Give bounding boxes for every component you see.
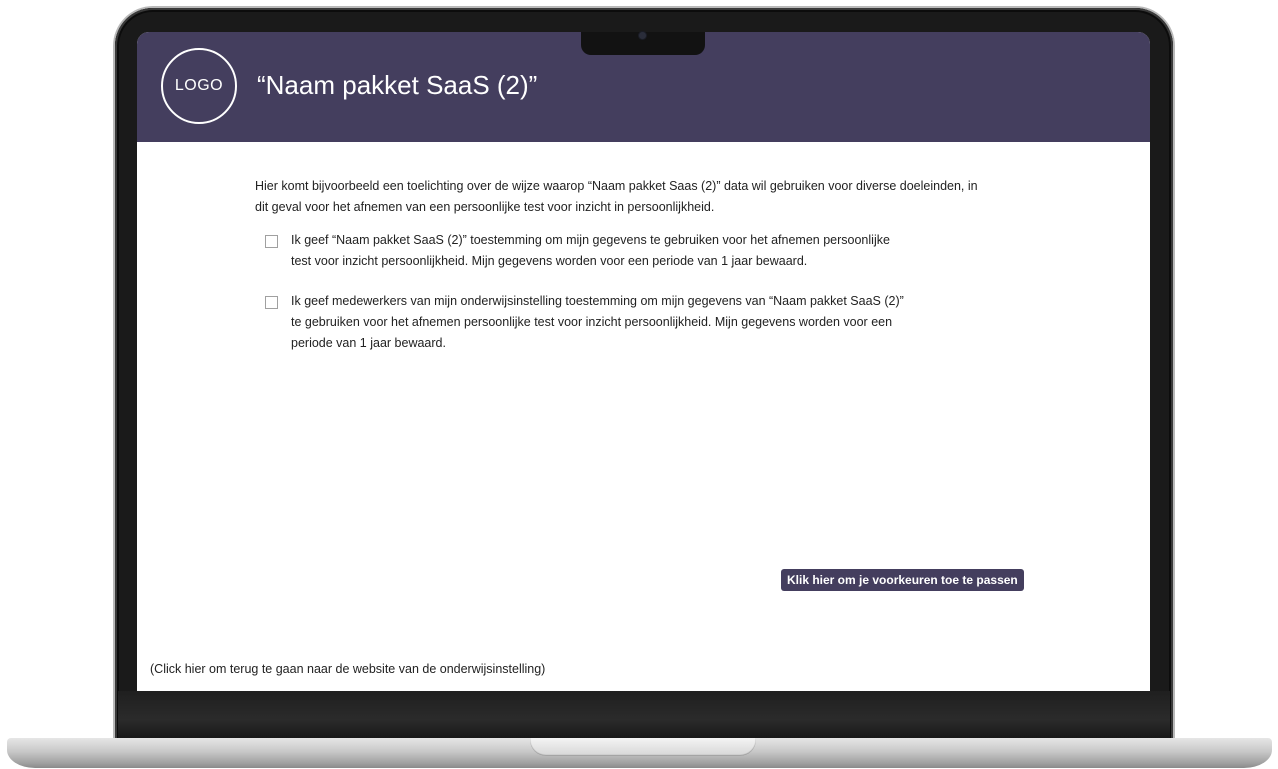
logo: LOGO bbox=[161, 48, 237, 124]
page-title: “Naam pakket SaaS (2)” bbox=[257, 70, 538, 100]
consent-checkbox-institution[interactable] bbox=[265, 296, 278, 309]
laptop-base-lip bbox=[530, 738, 756, 756]
consent-option-institution: Ik geef medewerkers van mijn onderwijsin… bbox=[265, 291, 965, 354]
screen-bottom-bezel bbox=[118, 691, 1170, 739]
consent-institution-line-3: periode van 1 jaar bewaard. bbox=[291, 336, 446, 350]
consent-saas-line-2: test voor inzicht persoonlijkheid. Mijn … bbox=[291, 254, 808, 268]
back-to-institution-link[interactable]: (Click hier om terug te gaan naar de web… bbox=[150, 662, 545, 676]
intro-text: Hier komt bijvoorbeeld een toelichting o… bbox=[255, 176, 1045, 218]
intro-line-1: Hier komt bijvoorbeeld een toelichting o… bbox=[255, 179, 978, 193]
laptop-mockup: LOGO “Naam pakket SaaS (2)” Hier komt bi… bbox=[0, 0, 1278, 769]
consent-label-institution: Ik geef medewerkers van mijn onderwijsin… bbox=[291, 291, 963, 354]
consent-institution-line-1: Ik geef medewerkers van mijn onderwijsin… bbox=[291, 294, 904, 308]
logo-text: LOGO bbox=[174, 77, 224, 94]
consent-checkbox-saas[interactable] bbox=[265, 235, 278, 248]
consent-institution-line-2: te gebruiken voor het afnemen persoonlij… bbox=[291, 315, 893, 329]
screen: LOGO “Naam pakket SaaS (2)” Hier komt bi… bbox=[137, 32, 1150, 691]
consent-option-saas: Ik geef “Naam pakket SaaS (2)” toestemmi… bbox=[265, 230, 965, 272]
intro-line-2: dit geval voor het afnemen van een perso… bbox=[255, 200, 715, 214]
consent-saas-line-1: Ik geef “Naam pakket SaaS (2)” toestemmi… bbox=[291, 233, 890, 247]
consent-label-saas: Ik geef “Naam pakket SaaS (2)” toestemmi… bbox=[291, 230, 963, 272]
camera-icon bbox=[639, 32, 646, 39]
camera-notch bbox=[581, 32, 705, 55]
apply-preferences-button[interactable]: Klik hier om je voorkeuren toe te passen bbox=[781, 569, 1024, 591]
